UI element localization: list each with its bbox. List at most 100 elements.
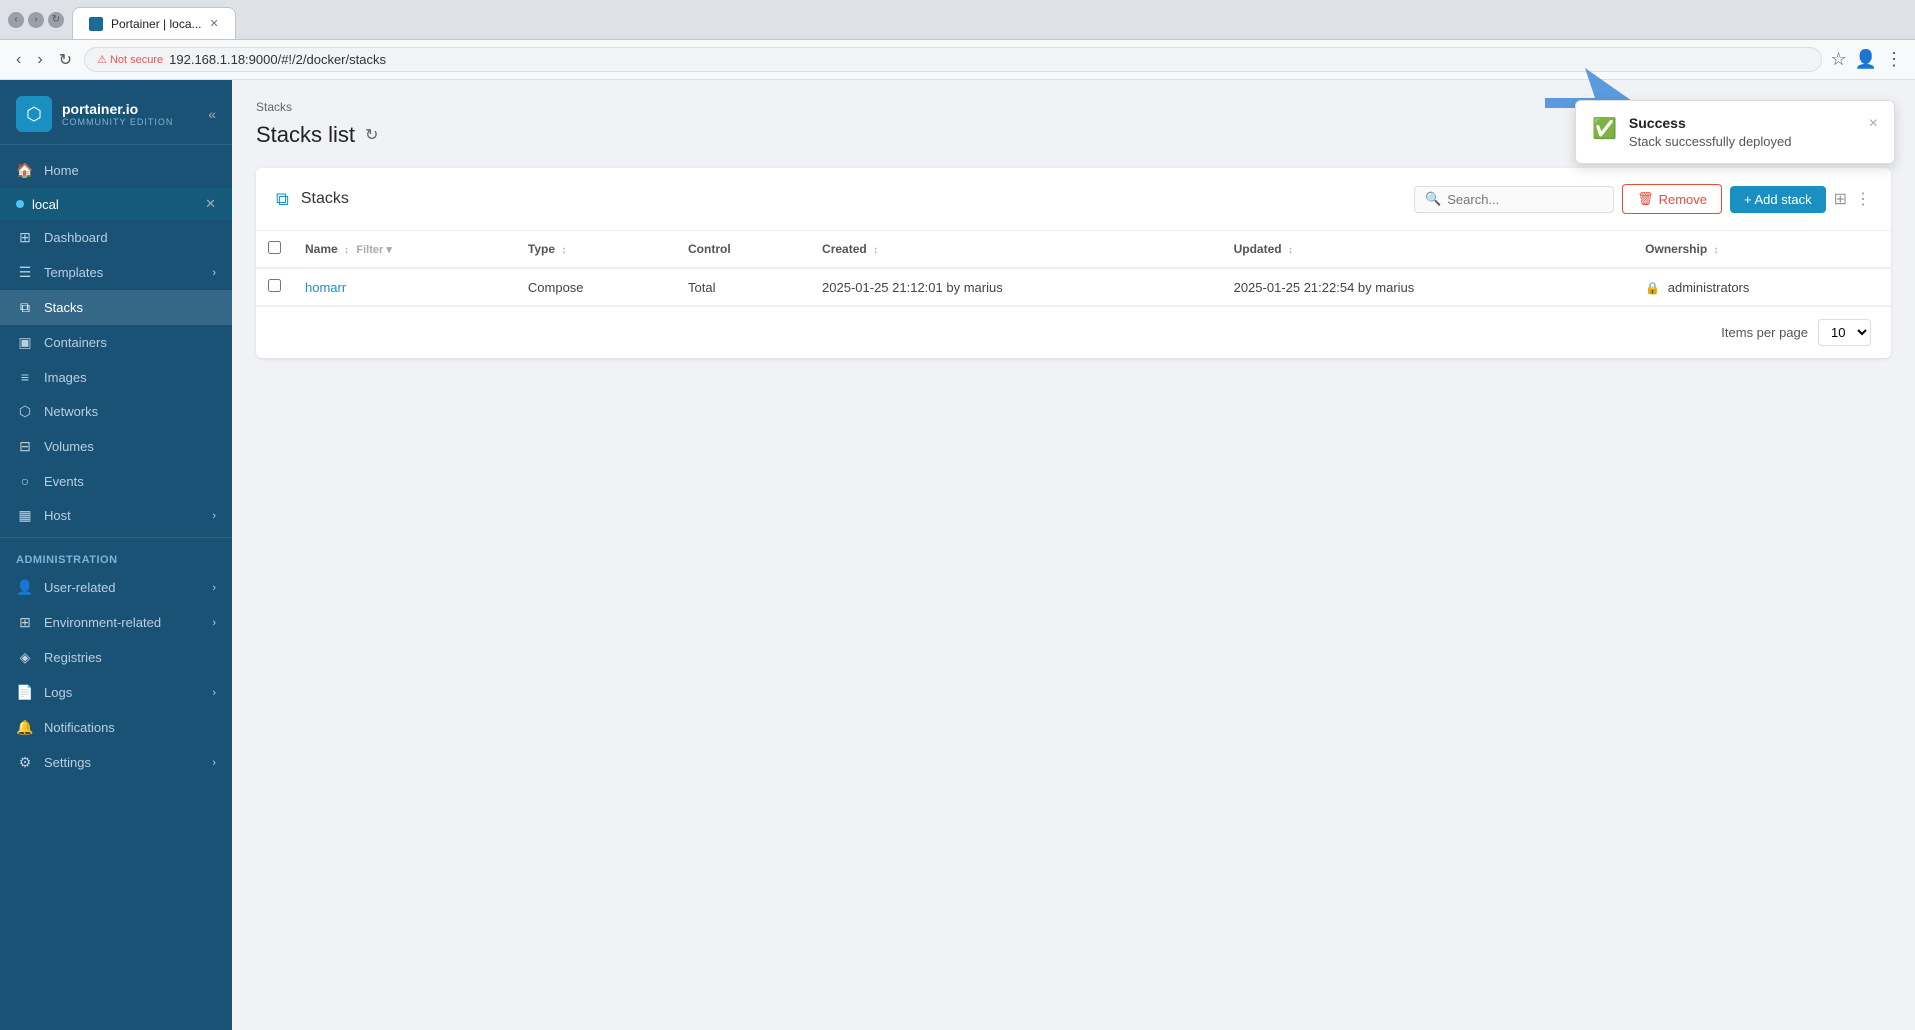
sidebar-item-user-related[interactable]: 👤 User-related › — [0, 570, 232, 605]
table-more-icon[interactable]: ⋮ — [1855, 189, 1871, 209]
bookmark-icon[interactable]: ☆ — [1830, 49, 1846, 70]
events-icon: ○ — [16, 473, 34, 489]
sidebar-item-volumes-label: Volumes — [44, 439, 94, 454]
stack-name-link[interactable]: homarr — [305, 280, 346, 295]
table-row: homarr Compose Total 2025-01-25 21:12:01… — [256, 268, 1891, 306]
card-header: ⧉ Stacks 🔍 ✕ 🗑 Remove + Add stack — [256, 168, 1891, 231]
back-button[interactable]: ‹ — [8, 12, 24, 28]
toast-content: Success Stack successfully deployed — [1629, 115, 1857, 149]
stacks-card-icon: ⧉ — [276, 189, 289, 210]
sidebar-item-events-label: Events — [44, 474, 84, 489]
col-control: Control — [676, 231, 810, 268]
registries-icon: ◈ — [16, 649, 34, 666]
images-icon: ≡ — [16, 369, 34, 385]
table-header: Name ↕ Filter ▾ Type ↕ Control Created — [256, 231, 1891, 268]
sidebar-item-templates[interactable]: ☰ Templates › — [0, 255, 232, 290]
profile-icon[interactable]: 👤 — [1855, 49, 1877, 70]
tab-favicon — [89, 17, 103, 31]
sidebar-item-notifications[interactable]: 🔔 Notifications — [0, 710, 232, 745]
sidebar-item-events[interactable]: ○ Events — [0, 464, 232, 498]
sidebar-item-env-related-label: Environment-related — [44, 615, 161, 630]
sidebar-item-templates-label: Templates — [44, 265, 103, 280]
sidebar-item-logs[interactable]: 📄 Logs › — [0, 675, 232, 710]
menu-icon[interactable]: ⋮ — [1885, 49, 1903, 70]
sidebar-item-networks[interactable]: ⬡ Networks — [0, 394, 232, 429]
env-close-button[interactable]: ✕ — [205, 196, 216, 212]
sidebar-item-logs-label: Logs — [44, 685, 72, 700]
back-nav-button[interactable]: ‹ — [12, 47, 25, 73]
name-sort-icon[interactable]: ↕ — [344, 245, 349, 256]
sidebar-collapse-button[interactable]: « — [208, 106, 216, 122]
browser-nav-controls[interactable]: ‹ › ↻ — [8, 12, 64, 28]
sidebar: ⬡ portainer.io COMMUNITY EDITION « 🏠 Hom… — [0, 80, 232, 1030]
sidebar-item-containers-label: Containers — [44, 335, 107, 350]
updated-sort-icon[interactable]: ↕ — [1288, 245, 1293, 256]
created-sort-icon[interactable]: ↕ — [873, 245, 878, 256]
sidebar-item-images[interactable]: ≡ Images — [0, 360, 232, 394]
table-settings-icon[interactable]: ⊞ — [1834, 189, 1847, 209]
host-icon: ▦ — [16, 507, 34, 524]
row-control-cell: Total — [676, 268, 810, 306]
search-input[interactable] — [1447, 192, 1623, 207]
page-title: Stacks list — [256, 122, 355, 148]
address-actions: ☆ 👤 ⋮ — [1830, 49, 1903, 70]
sidebar-item-volumes[interactable]: ⊟ Volumes — [0, 429, 232, 464]
add-stack-button[interactable]: + Add stack — [1730, 186, 1826, 213]
sidebar-item-images-label: Images — [44, 370, 87, 385]
settings-chevron-icon: › — [212, 757, 216, 769]
row-type-cell: Compose — [516, 268, 676, 306]
ownership-icon: 🔒 — [1645, 281, 1660, 295]
select-all-checkbox[interactable] — [268, 241, 281, 254]
toast-title: Success — [1629, 115, 1857, 131]
main-content: Stacks Stacks list ↻ ⧉ Stacks 🔍 ✕ 🗑 Remo… — [232, 80, 1915, 1030]
tab-title: Portainer | loca... — [111, 17, 202, 31]
row-checkbox[interactable] — [268, 279, 281, 292]
select-all-header — [256, 231, 293, 268]
forward-nav-button[interactable]: › — [33, 47, 46, 73]
templates-icon: ☰ — [16, 264, 34, 281]
host-chevron-icon: › — [212, 510, 216, 522]
sidebar-item-settings[interactable]: ⚙ Settings › — [0, 745, 232, 780]
logo-title: portainer.io — [62, 101, 173, 117]
name-filter-button[interactable]: Filter ▾ — [356, 244, 391, 256]
sidebar-item-home[interactable]: 🏠 Home — [0, 153, 232, 188]
toast-success-icon: ✅ — [1592, 116, 1617, 141]
card-title: Stacks — [301, 190, 349, 208]
sidebar-item-containers[interactable]: ▣ Containers — [0, 325, 232, 360]
remove-label: Remove — [1659, 192, 1707, 207]
items-per-page-select[interactable]: 10 25 50 — [1818, 319, 1871, 346]
browser-chrome: ‹ › ↻ Portainer | loca... ✕ — [0, 0, 1915, 40]
admin-section-label: Administration — [0, 542, 232, 570]
app-layout: ⬡ portainer.io COMMUNITY EDITION « 🏠 Hom… — [0, 80, 1915, 1030]
dashboard-icon: ⊞ — [16, 229, 34, 246]
sidebar-item-stacks[interactable]: ⧉ Stacks — [0, 290, 232, 325]
remove-button[interactable]: 🗑 Remove — [1622, 184, 1722, 214]
sidebar-item-env-related[interactable]: ⊞ Environment-related › — [0, 605, 232, 640]
row-ownership: administrators — [1668, 280, 1750, 295]
sidebar-nav: 🏠 Home local ✕ ⊞ Dashboard ☰ Templates ›… — [0, 145, 232, 1030]
sidebar-item-stacks-label: Stacks — [44, 300, 83, 315]
refresh-button[interactable]: ↻ — [365, 125, 378, 145]
stacks-table-container: Name ↕ Filter ▾ Type ↕ Control Created — [256, 231, 1891, 306]
sidebar-item-registries[interactable]: ◈ Registries — [0, 640, 232, 675]
tab-close-button[interactable]: ✕ — [210, 17, 219, 30]
reload-button[interactable]: ↻ — [48, 12, 64, 28]
sidebar-item-host[interactable]: ▦ Host › — [0, 498, 232, 533]
sidebar-item-settings-label: Settings — [44, 755, 91, 770]
forward-button[interactable]: › — [28, 12, 44, 28]
row-checkbox-cell — [256, 268, 293, 306]
env-status-dot — [16, 200, 24, 208]
sidebar-item-dashboard[interactable]: ⊞ Dashboard — [0, 220, 232, 255]
ownership-sort-icon[interactable]: ↕ — [1714, 245, 1719, 256]
sidebar-item-networks-label: Networks — [44, 404, 98, 419]
toast-close-button[interactable]: × — [1869, 115, 1878, 133]
volumes-icon: ⊟ — [16, 438, 34, 455]
type-sort-icon[interactable]: ↕ — [561, 245, 566, 256]
row-ownership-cell: 🔒 administrators — [1633, 268, 1891, 306]
reload-nav-button[interactable]: ↻ — [55, 46, 76, 74]
row-created-cell: 2025-01-25 21:12:01 by marius — [810, 268, 1222, 306]
col-created: Created ↕ — [810, 231, 1222, 268]
active-tab[interactable]: Portainer | loca... ✕ — [72, 7, 236, 39]
search-box[interactable]: 🔍 ✕ — [1414, 186, 1614, 213]
url-text: 192.168.1.18:9000/#!/2/docker/stacks — [169, 52, 386, 67]
